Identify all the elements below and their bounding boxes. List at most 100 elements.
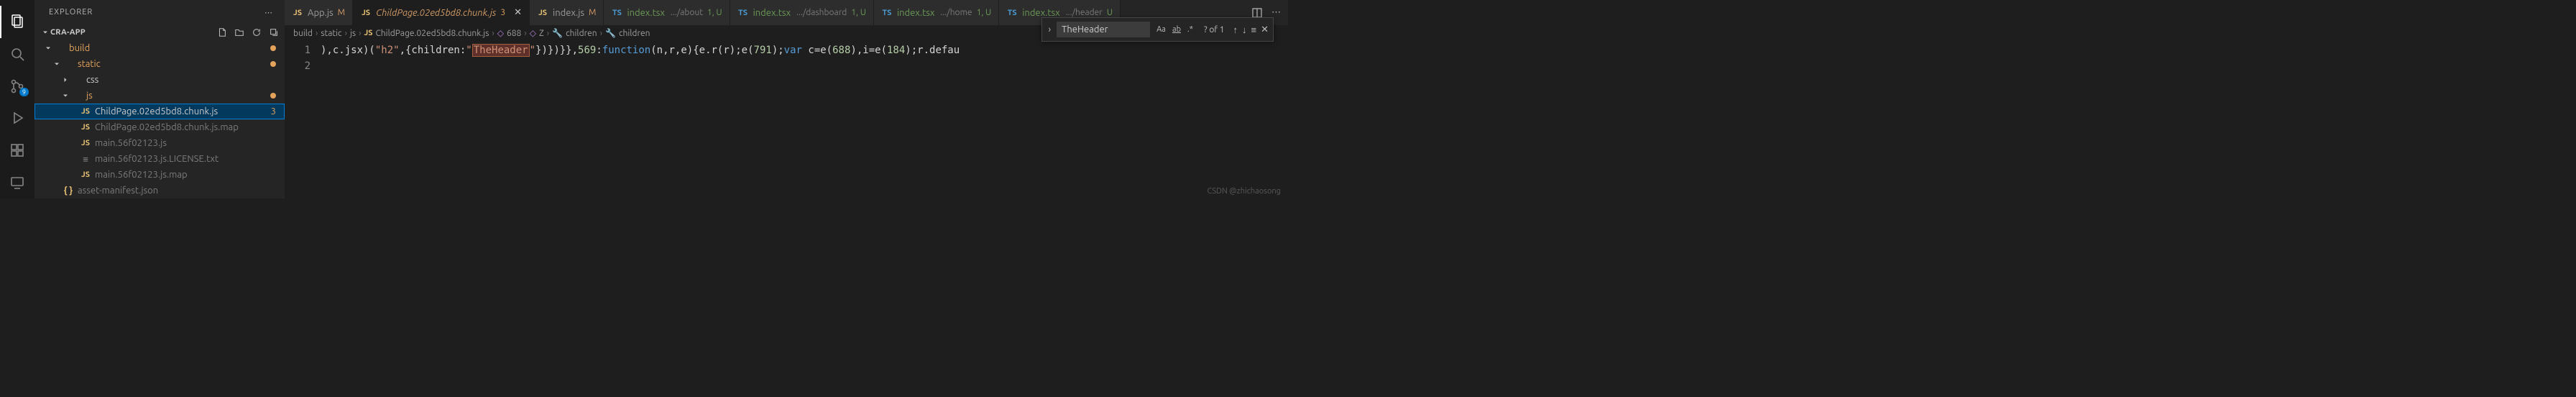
- editor-tab[interactable]: TSindex.tsx.../home1, U: [874, 0, 999, 25]
- symbol-icon: 🔧: [552, 28, 563, 38]
- tab-label: index.tsx: [753, 8, 791, 18]
- find-widget: › Aa ab .* ? of 1 ↑ ↓ ≡ ✕: [1041, 17, 1274, 42]
- ts-icon: TS: [1006, 9, 1018, 17]
- tree-file[interactable]: JSmain.56f02123.js.map: [34, 167, 285, 183]
- tree-label: build: [69, 43, 266, 53]
- breadcrumb-symbol[interactable]: children: [619, 29, 650, 38]
- ts-icon: TS: [611, 9, 622, 17]
- code-content[interactable]: ),c.jsx)("h2",{children:"TheHeader"})})}…: [321, 41, 1288, 198]
- match-case-icon[interactable]: Aa: [1154, 24, 1168, 35]
- tree-folder[interactable]: build: [34, 40, 285, 56]
- tab-label: index.tsx: [1022, 8, 1059, 18]
- js-icon: JS: [79, 123, 92, 132]
- sidebar-more-icon[interactable]: ⋯: [264, 8, 273, 17]
- editor-tab[interactable]: JS ChildPage.02ed5bd8.chunk.js 3 ✕: [353, 0, 530, 25]
- tree-label: ChildPage.02ed5bd8.chunk.js: [95, 106, 267, 117]
- new-folder-icon[interactable]: [234, 27, 244, 37]
- tree-label: ChildPage.02ed5bd8.chunk.js.map: [95, 122, 276, 132]
- tree-folder[interactable]: js: [34, 88, 285, 104]
- modified-dot-icon: [270, 93, 276, 99]
- tree-label: js: [86, 91, 266, 101]
- twistie-icon: [60, 91, 70, 100]
- activity-source-control[interactable]: 9: [0, 70, 34, 102]
- tab-label: index.tsx: [897, 8, 934, 18]
- breadcrumb-item[interactable]: js: [350, 29, 356, 38]
- tree-label: static: [78, 59, 266, 69]
- js-icon: JS: [79, 107, 92, 116]
- editor-main: JSApp.jsMJSChildPage.02ed5bd8.chunk.js3✕…: [285, 0, 1288, 198]
- editor[interactable]: 1 2 ),c.jsx)("h2",{children:"TheHeader"}…: [285, 41, 1288, 198]
- tab-label: index.tsx: [627, 8, 664, 18]
- tree-file[interactable]: ≡main.56f02123.js.LICENSE.txt: [34, 151, 285, 167]
- tree-file[interactable]: JSmain.56f02123.js: [34, 135, 285, 151]
- breadcrumb-item[interactable]: static: [321, 29, 341, 38]
- find-toggle-replace-icon[interactable]: ›: [1046, 24, 1052, 35]
- refresh-icon[interactable]: [252, 27, 262, 37]
- js-icon: JS: [292, 9, 303, 17]
- tab-description: .../about: [671, 8, 703, 17]
- breadcrumb-symbol[interactable]: 688: [507, 29, 521, 38]
- js-icon: JS: [364, 29, 372, 37]
- find-next-icon[interactable]: ↓: [1242, 24, 1247, 35]
- tree-label: asset-manifest.json: [78, 186, 276, 196]
- ts-icon: TS: [737, 9, 749, 17]
- problem-badge: 3: [271, 106, 276, 117]
- activity-run-debug[interactable]: [0, 102, 34, 134]
- tab-description: .../header: [1066, 8, 1103, 17]
- tab-status: 1, U: [707, 8, 722, 17]
- tab-status: U: [1107, 8, 1113, 17]
- sidebar-header: EXPLORER ⋯: [34, 0, 285, 24]
- tree-file[interactable]: JSChildPage.02ed5bd8.chunk.js 3: [34, 104, 285, 119]
- line-gutter: 1 2: [285, 41, 321, 198]
- tree-file[interactable]: { }asset-manifest.json: [34, 183, 285, 198]
- collapse-all-icon[interactable]: [269, 27, 279, 37]
- chevron-down-icon: [40, 28, 50, 37]
- find-prev-icon[interactable]: ↑: [1233, 24, 1238, 35]
- tab-status: 1, U: [977, 8, 992, 17]
- editor-tab[interactable]: JSindex.jsM: [530, 0, 604, 25]
- modified-dot-icon: [270, 45, 276, 51]
- find-close-icon[interactable]: ✕: [1261, 24, 1269, 35]
- tree-label: main.56f02123.js.map: [95, 170, 276, 180]
- tab-status: 1, U: [851, 8, 866, 17]
- twistie-icon: [60, 76, 70, 84]
- tab-status: M: [589, 8, 596, 17]
- activity-extensions[interactable]: [0, 134, 34, 167]
- file-tree: buildstaticcssjsJSChildPage.02ed5bd8.chu…: [34, 40, 285, 198]
- breadcrumb-file[interactable]: ChildPage.02ed5bd8.chunk.js: [375, 29, 489, 38]
- breadcrumb-symbol[interactable]: Z: [539, 29, 544, 38]
- find-selection-icon[interactable]: ≡: [1251, 24, 1257, 35]
- regex-icon[interactable]: .*: [1185, 24, 1195, 35]
- match-word-icon[interactable]: ab: [1170, 24, 1183, 35]
- activity-explorer[interactable]: [0, 6, 34, 38]
- tree-file[interactable]: JSChildPage.02ed5bd8.chunk.js.map: [34, 119, 285, 135]
- breadcrumb-item[interactable]: build: [293, 29, 313, 38]
- new-file-icon[interactable]: [217, 27, 227, 37]
- tab-label: ChildPage.02ed5bd8.chunk.js: [376, 8, 496, 18]
- activity-remote[interactable]: [0, 166, 34, 198]
- search-match: TheHeader: [472, 44, 530, 57]
- watermark: CSDN @zhichaosong: [1208, 187, 1281, 196]
- activity-search[interactable]: [0, 38, 34, 70]
- tab-description: .../home: [940, 8, 972, 17]
- line-number: 2: [285, 58, 310, 74]
- find-input[interactable]: [1057, 22, 1150, 37]
- section-header[interactable]: CRA-APP: [34, 24, 285, 40]
- tree-label: main.56f02123.js.LICENSE.txt: [95, 154, 276, 164]
- editor-tab[interactable]: JSApp.jsM: [285, 0, 353, 25]
- twistie-icon: [52, 60, 62, 68]
- tree-folder[interactable]: static: [34, 56, 285, 72]
- breadcrumb-symbol[interactable]: children: [566, 29, 597, 38]
- activity-bar: 9: [0, 0, 34, 198]
- tab-status: 3: [500, 8, 505, 17]
- tab-close-icon[interactable]: ✕: [514, 7, 522, 18]
- js-icon: JS: [537, 9, 548, 17]
- more-actions-icon[interactable]: ⋯: [1271, 7, 1281, 18]
- tab-label: App.js: [308, 8, 334, 18]
- editor-tab[interactable]: TSindex.tsx.../dashboard1, U: [730, 0, 874, 25]
- editor-tab[interactable]: TS index.tsx .../about 1, U: [604, 0, 730, 25]
- js-icon: JS: [79, 139, 92, 147]
- js-icon: JS: [360, 9, 372, 17]
- tree-folder[interactable]: css: [34, 72, 285, 88]
- js-icon: JS: [79, 170, 92, 179]
